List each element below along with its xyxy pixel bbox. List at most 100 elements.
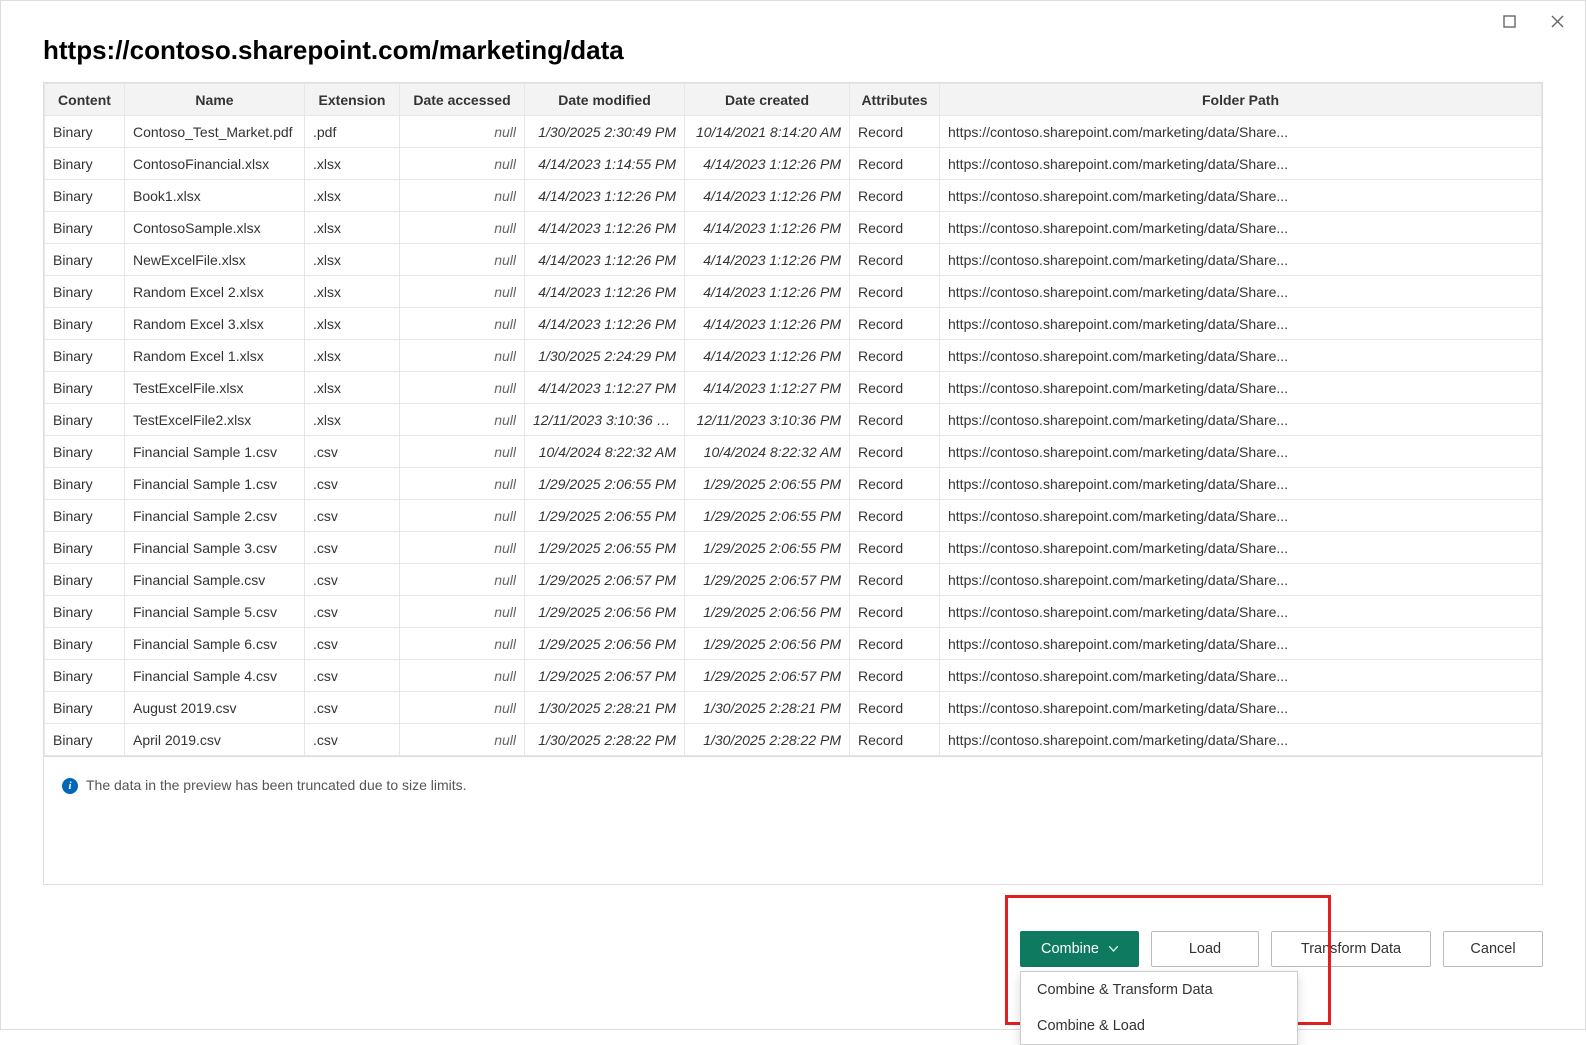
table-row[interactable]: BinaryContosoSample.xlsx.xlsxnull4/14/20… (45, 212, 1542, 244)
close-icon[interactable] (1545, 9, 1569, 33)
cell-attrs: Record (850, 660, 940, 692)
cell-accessed: null (400, 212, 525, 244)
col-date-created[interactable]: Date created (685, 84, 850, 116)
cell-attrs: Record (850, 212, 940, 244)
cell-ext: .xlsx (305, 276, 400, 308)
cell-created: 1/29/2025 2:06:55 PM (685, 500, 850, 532)
col-folder-path[interactable]: Folder Path (940, 84, 1542, 116)
cell-path: https://contoso.sharepoint.com/marketing… (940, 244, 1542, 276)
cell-content: Binary (45, 724, 125, 756)
table-row[interactable]: BinaryFinancial Sample.csv.csvnull1/29/2… (45, 564, 1542, 596)
cell-ext: .csv (305, 436, 400, 468)
cell-path: https://contoso.sharepoint.com/marketing… (940, 596, 1542, 628)
maximize-icon[interactable] (1497, 9, 1521, 33)
cell-content: Binary (45, 212, 125, 244)
cell-modified: 1/29/2025 2:06:55 PM (525, 500, 685, 532)
cell-name: Financial Sample 4.csv (125, 660, 305, 692)
load-button[interactable]: Load (1151, 931, 1259, 967)
cell-path: https://contoso.sharepoint.com/marketing… (940, 276, 1542, 308)
cell-created: 4/14/2023 1:12:26 PM (685, 148, 850, 180)
cell-accessed: null (400, 660, 525, 692)
table-row[interactable]: BinaryRandom Excel 1.xlsx.xlsxnull1/30/2… (45, 340, 1542, 372)
combine-load-item[interactable]: Combine & Load (1021, 1008, 1297, 1044)
cell-ext: .csv (305, 564, 400, 596)
cell-attrs: Record (850, 308, 940, 340)
col-date-modified[interactable]: Date modified (525, 84, 685, 116)
cell-name: TestExcelFile.xlsx (125, 372, 305, 404)
table-row[interactable]: BinaryContosoFinancial.xlsx.xlsxnull4/14… (45, 148, 1542, 180)
cell-created: 12/11/2023 3:10:36 PM (685, 404, 850, 436)
cell-created: 4/14/2023 1:12:26 PM (685, 340, 850, 372)
cell-modified: 1/30/2025 2:24:29 PM (525, 340, 685, 372)
cell-attrs: Record (850, 276, 940, 308)
cell-modified: 4/14/2023 1:14:55 PM (525, 148, 685, 180)
cell-attrs: Record (850, 372, 940, 404)
cell-modified: 1/29/2025 2:06:56 PM (525, 628, 685, 660)
cell-path: https://contoso.sharepoint.com/marketing… (940, 660, 1542, 692)
table-row[interactable]: BinaryFinancial Sample 1.csv.csvnull1/29… (45, 468, 1542, 500)
table-row[interactable]: BinaryFinancial Sample 6.csv.csvnull1/29… (45, 628, 1542, 660)
cell-attrs: Record (850, 724, 940, 756)
cell-name: Financial Sample 1.csv (125, 436, 305, 468)
table-row[interactable]: BinaryApril 2019.csv.csvnull1/30/2025 2:… (45, 724, 1542, 756)
cell-name: ContosoSample.xlsx (125, 212, 305, 244)
cell-created: 4/14/2023 1:12:27 PM (685, 372, 850, 404)
cell-path: https://contoso.sharepoint.com/marketing… (940, 724, 1542, 756)
table-row[interactable]: BinaryRandom Excel 3.xlsx.xlsxnull4/14/2… (45, 308, 1542, 340)
cell-content: Binary (45, 692, 125, 724)
cell-accessed: null (400, 372, 525, 404)
combine-transform-item[interactable]: Combine & Transform Data (1021, 972, 1297, 1008)
cell-content: Binary (45, 532, 125, 564)
table-row[interactable]: BinaryFinancial Sample 1.csv.csvnull10/4… (45, 436, 1542, 468)
cell-modified: 4/14/2023 1:12:27 PM (525, 372, 685, 404)
col-content[interactable]: Content (45, 84, 125, 116)
table-row[interactable]: BinaryAugust 2019.csv.csvnull1/30/2025 2… (45, 692, 1542, 724)
navigator-dialog: https://contoso.sharepoint.com/marketing… (0, 0, 1586, 1030)
cell-accessed: null (400, 180, 525, 212)
table-row[interactable]: BinaryTestExcelFile2.xlsx.xlsxnull12/11/… (45, 404, 1542, 436)
cell-attrs: Record (850, 436, 940, 468)
cell-ext: .csv (305, 596, 400, 628)
cell-name: Random Excel 2.xlsx (125, 276, 305, 308)
cell-ext: .csv (305, 532, 400, 564)
table-row[interactable]: BinaryFinancial Sample 3.csv.csvnull1/29… (45, 532, 1542, 564)
cell-attrs: Record (850, 116, 940, 148)
cell-ext: .pdf (305, 116, 400, 148)
table-row[interactable]: BinaryRandom Excel 2.xlsx.xlsxnull4/14/2… (45, 276, 1542, 308)
cell-modified: 12/11/2023 3:10:36 PM (525, 404, 685, 436)
col-date-accessed[interactable]: Date accessed (400, 84, 525, 116)
cell-created: 1/29/2025 2:06:56 PM (685, 596, 850, 628)
cell-ext: .xlsx (305, 212, 400, 244)
cell-name: TestExcelFile2.xlsx (125, 404, 305, 436)
cell-name: Random Excel 1.xlsx (125, 340, 305, 372)
table-row[interactable]: BinaryFinancial Sample 4.csv.csvnull1/29… (45, 660, 1542, 692)
cell-name: August 2019.csv (125, 692, 305, 724)
table-row[interactable]: BinaryContoso_Test_Market.pdf.pdfnull1/3… (45, 116, 1542, 148)
cell-created: 1/29/2025 2:06:57 PM (685, 564, 850, 596)
col-extension[interactable]: Extension (305, 84, 400, 116)
cell-created: 1/29/2025 2:06:55 PM (685, 468, 850, 500)
cell-path: https://contoso.sharepoint.com/marketing… (940, 340, 1542, 372)
cell-modified: 1/29/2025 2:06:55 PM (525, 468, 685, 500)
cell-name: Financial Sample.csv (125, 564, 305, 596)
combine-button[interactable]: Combine (1020, 931, 1139, 967)
table-row[interactable]: BinaryBook1.xlsx.xlsxnull4/14/2023 1:12:… (45, 180, 1542, 212)
cell-attrs: Record (850, 340, 940, 372)
cell-modified: 1/29/2025 2:06:57 PM (525, 564, 685, 596)
cell-content: Binary (45, 436, 125, 468)
transform-data-button[interactable]: Transform Data (1271, 931, 1431, 967)
cell-path: https://contoso.sharepoint.com/marketing… (940, 532, 1542, 564)
cell-content: Binary (45, 308, 125, 340)
col-attributes[interactable]: Attributes (850, 84, 940, 116)
table-row[interactable]: BinaryFinancial Sample 5.csv.csvnull1/29… (45, 596, 1542, 628)
cell-path: https://contoso.sharepoint.com/marketing… (940, 564, 1542, 596)
col-name[interactable]: Name (125, 84, 305, 116)
cancel-button[interactable]: Cancel (1443, 931, 1543, 967)
table-row[interactable]: BinaryTestExcelFile.xlsx.xlsxnull4/14/20… (45, 372, 1542, 404)
table-row[interactable]: BinaryFinancial Sample 2.csv.csvnull1/29… (45, 500, 1542, 532)
cell-content: Binary (45, 500, 125, 532)
cell-ext: .csv (305, 500, 400, 532)
combine-label: Combine (1041, 941, 1099, 957)
cell-path: https://contoso.sharepoint.com/marketing… (940, 404, 1542, 436)
table-row[interactable]: BinaryNewExcelFile.xlsx.xlsxnull4/14/202… (45, 244, 1542, 276)
